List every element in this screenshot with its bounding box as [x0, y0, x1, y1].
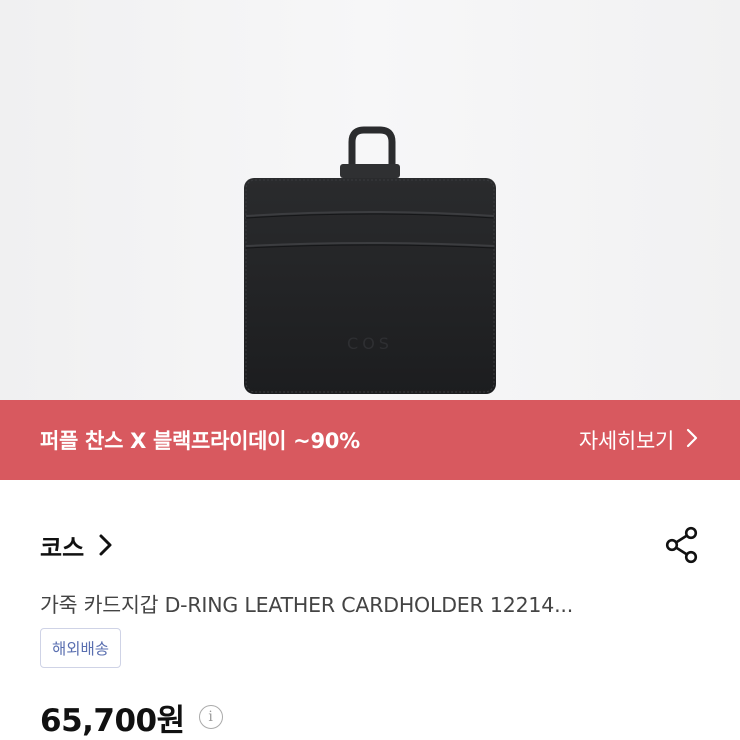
promo-more-link[interactable]: 자세히보기 — [579, 425, 698, 455]
cardholder-image: COS — [0, 0, 740, 400]
product-name: 가죽 카드지갑 D-RING LEATHER CARDHOLDER 12214.… — [40, 593, 574, 617]
embossed-logo: COS — [347, 334, 393, 353]
price-row: 65,700원 i — [40, 694, 223, 740]
chevron-right-icon — [99, 534, 112, 556]
product-image[interactable]: COS — [0, 0, 740, 400]
promo-banner[interactable]: 퍼플 찬스 X 블랙프라이데이 ~90% 자세히보기 — [0, 400, 740, 480]
brand-row: 코스 — [40, 520, 700, 570]
overseas-shipping-badge: 해외배송 — [40, 628, 122, 668]
product-price: 65,700원 — [40, 702, 185, 739]
share-icon[interactable] — [664, 526, 700, 564]
brand-link[interactable]: 코스 — [40, 528, 114, 563]
info-icon[interactable]: i — [198, 705, 223, 729]
chevron-right-icon — [686, 428, 698, 453]
promo-title: 퍼플 찬스 X 블랙프라이데이 ~90% — [40, 429, 360, 453]
promo-more-label: 자세히보기 — [578, 429, 674, 453]
brand-name: 코스 — [40, 533, 85, 562]
